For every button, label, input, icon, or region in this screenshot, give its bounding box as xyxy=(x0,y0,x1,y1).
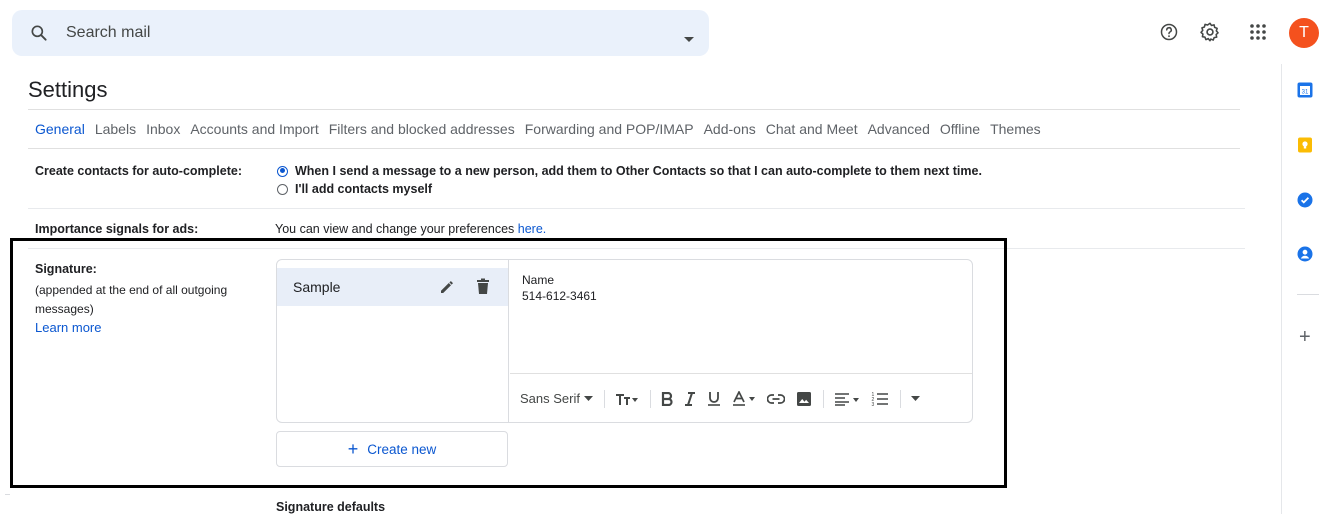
side-panel-separator xyxy=(1297,294,1319,295)
signature-line-name: Name xyxy=(522,273,555,287)
underline-icon[interactable] xyxy=(707,391,721,406)
search-bar[interactable] xyxy=(12,10,709,56)
svg-text:3: 3 xyxy=(871,402,874,407)
tab-inbox[interactable]: Inbox xyxy=(146,121,180,137)
contacts-option-manual[interactable]: I'll add contacts myself xyxy=(277,182,432,196)
ads-preferences-link[interactable]: here. xyxy=(518,222,547,236)
font-size-icon[interactable] xyxy=(615,392,639,406)
align-icon[interactable] xyxy=(834,392,860,406)
signature-defaults-heading: Signature defaults xyxy=(276,500,386,514)
signature-list: Sample xyxy=(277,260,509,422)
keep-icon[interactable] xyxy=(1297,137,1313,153)
tab-accounts-and-import[interactable]: Accounts and Import xyxy=(190,121,318,137)
tab-offline[interactable]: Offline xyxy=(940,121,980,137)
tab-add-ons[interactable]: Add-ons xyxy=(704,121,756,137)
plus-icon: + xyxy=(347,439,359,459)
add-addon-plus-icon[interactable]: + xyxy=(1299,327,1311,347)
row-divider xyxy=(28,208,1245,209)
svg-text:31: 31 xyxy=(1302,90,1309,96)
settings-tabs: General Labels Inbox Accounts and Import… xyxy=(35,121,1051,137)
formatting-toolbar: Sans Serif 123 xyxy=(510,373,972,422)
calendar-icon[interactable]: 31 xyxy=(1297,82,1313,98)
font-family-select[interactable]: Sans Serif xyxy=(520,391,593,406)
tasks-icon[interactable] xyxy=(1297,192,1313,208)
contacts-option-auto-label: When I send a message to a new person, a… xyxy=(295,164,982,178)
top-bar: T xyxy=(0,0,1325,64)
toolbar-separator xyxy=(822,389,824,408)
search-input[interactable] xyxy=(66,21,626,45)
font-family-label: Sans Serif xyxy=(520,391,580,406)
account-avatar[interactable]: T xyxy=(1289,18,1319,48)
bold-icon[interactable] xyxy=(661,391,673,406)
contacts-icon[interactable] xyxy=(1297,246,1313,262)
radio-selected-icon[interactable] xyxy=(277,165,288,177)
page-title: Settings xyxy=(28,77,108,102)
toolbar-separator xyxy=(899,389,901,408)
contacts-option-manual-label: I'll add contacts myself xyxy=(295,182,433,196)
signature-list-item[interactable]: Sample xyxy=(277,268,508,306)
ads-text: You can view and change your preferences xyxy=(275,222,518,236)
tab-themes[interactable]: Themes xyxy=(990,121,1041,137)
learn-more-link[interactable]: Learn more xyxy=(35,320,101,335)
signature-editor[interactable]: Name 514-612-3461 xyxy=(522,272,597,304)
tab-chat-and-meet[interactable]: Chat and Meet xyxy=(766,121,858,137)
chevron-down-icon xyxy=(583,396,593,401)
tab-advanced[interactable]: Advanced xyxy=(868,121,930,137)
importance-signals-label: Importance signals for ads: xyxy=(35,222,199,236)
row-divider xyxy=(5,494,10,495)
tab-forwarding[interactable]: Forwarding and POP/IMAP xyxy=(525,121,694,137)
contacts-option-auto[interactable]: When I send a message to a new person, a… xyxy=(277,164,982,178)
signature-sublabel: (appended at the end of all outgoing mes… xyxy=(35,283,228,316)
signature-panel: Sample Name 514-612-3461 Sans Serif 123 xyxy=(276,259,973,423)
insert-image-icon[interactable] xyxy=(796,391,812,407)
create-new-signature-button[interactable]: + Create new xyxy=(276,431,508,467)
help-icon[interactable] xyxy=(1157,20,1181,44)
tabs-divider xyxy=(28,148,1240,149)
italic-icon[interactable] xyxy=(684,391,696,406)
radio-unselected-icon[interactable] xyxy=(277,183,288,195)
signature-label: Signature: xyxy=(35,262,97,276)
link-icon[interactable] xyxy=(766,393,785,404)
ads-description: You can view and change your preferences… xyxy=(275,222,546,236)
tab-filters[interactable]: Filters and blocked addresses xyxy=(329,121,515,137)
tab-labels[interactable]: Labels xyxy=(95,121,136,137)
tab-general[interactable]: General xyxy=(35,121,85,137)
settings-gear-icon[interactable] xyxy=(1198,20,1222,44)
toolbar-separator xyxy=(603,389,605,408)
side-panel-divider xyxy=(1281,64,1282,514)
signature-item-name: Sample xyxy=(293,279,341,295)
numbered-list-icon[interactable]: 123 xyxy=(871,391,889,407)
edit-pencil-icon[interactable] xyxy=(439,279,455,300)
title-divider xyxy=(28,109,1240,110)
search-icon[interactable] xyxy=(29,23,49,48)
more-formatting-icon[interactable] xyxy=(910,396,920,401)
create-new-label: Create new xyxy=(367,441,437,457)
search-options-icon[interactable] xyxy=(684,30,694,48)
apps-grid-icon[interactable] xyxy=(1246,20,1270,44)
toolbar-separator xyxy=(649,389,651,408)
contacts-autocomplete-label: Create contacts for auto-complete: xyxy=(35,164,242,178)
text-color-icon[interactable] xyxy=(732,391,756,406)
signature-line-phone: 514-612-3461 xyxy=(522,289,597,303)
delete-trash-icon[interactable] xyxy=(476,278,490,300)
